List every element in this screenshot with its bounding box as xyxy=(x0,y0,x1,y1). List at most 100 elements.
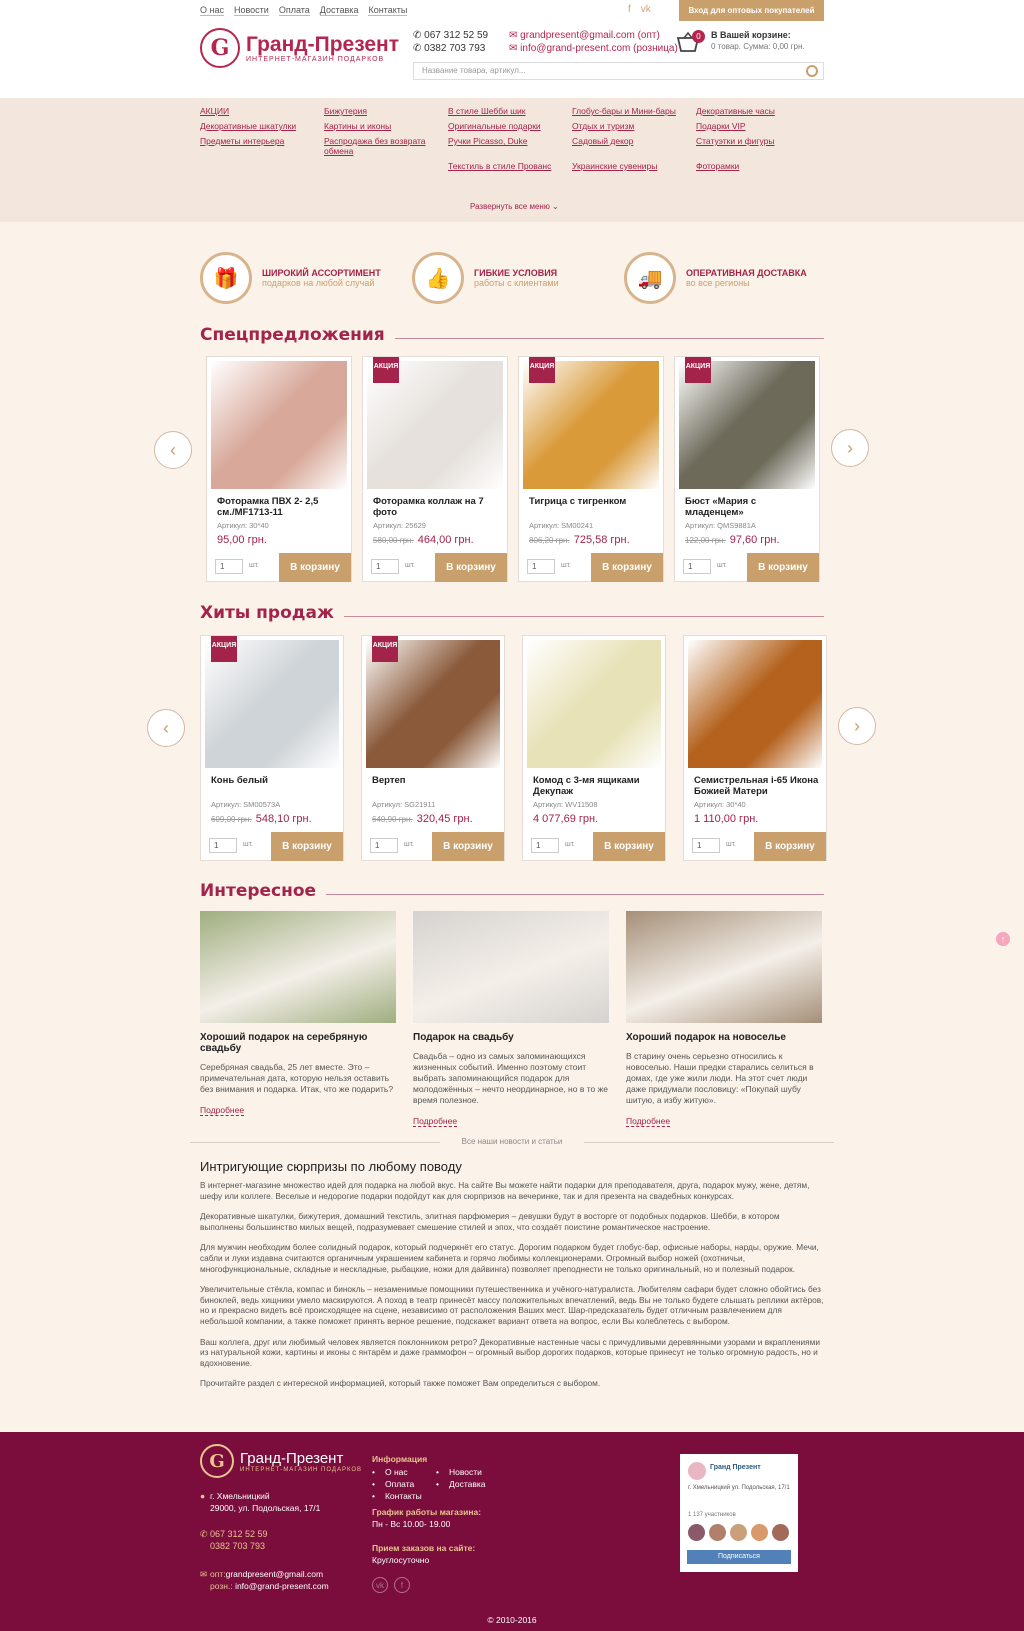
category-link[interactable]: Ручки Picasso, Duke xyxy=(448,136,572,156)
expand-menu-link[interactable]: Развернуть все меню ⌄ xyxy=(470,202,559,211)
product-card[interactable]: АКЦИЯ Конь белый Артикул: SM00573A 609,00 г… xyxy=(200,635,344,861)
category-link[interactable]: Украинские сувениры xyxy=(572,161,696,171)
add-to-cart-button[interactable]: В корзину xyxy=(593,832,665,861)
category-link[interactable]: Подарки VIP xyxy=(696,121,820,131)
footer-logo[interactable]: G Гранд-Презент ИНТЕРНЕТ-МАГАЗИН ПОДАРКО… xyxy=(200,1444,362,1478)
top-link-payment[interactable]: Оплата xyxy=(278,5,310,16)
scroll-up-button[interactable]: ↑ xyxy=(996,932,1010,946)
article-more-link[interactable]: Подробнее xyxy=(626,1116,671,1127)
category-link[interactable]: Предметы интерьера xyxy=(200,136,324,156)
product-card[interactable]: АКЦИЯ Бюст «Мария с младенцем» Артикул: QM… xyxy=(674,356,820,582)
product-card[interactable]: АКЦИЯ Тигрица с тигренком Артикул: SM00241… xyxy=(518,356,664,582)
all-news-link[interactable]: Все наши новости и статьи xyxy=(190,1137,834,1146)
email-1[interactable]: ✉ grandpresent@gmail.com (опт) xyxy=(509,29,678,42)
product-image[interactable] xyxy=(211,361,347,489)
footer-phone-1[interactable]: 067 312 52 59 xyxy=(210,1529,268,1539)
top-link-delivery[interactable]: Доставка xyxy=(319,5,359,16)
product-image[interactable] xyxy=(527,640,661,768)
add-to-cart-button[interactable]: В корзину xyxy=(754,832,826,861)
hits-next-arrow[interactable]: › xyxy=(838,707,876,745)
quantity-input[interactable]: 1 xyxy=(209,838,237,853)
category-link[interactable]: АКЦИИ xyxy=(200,106,324,116)
article-title[interactable]: Хороший подарок на новоселье xyxy=(626,1032,822,1043)
quantity-input[interactable]: 1 xyxy=(683,559,711,574)
product-name[interactable]: Семистрельная i-65 Икона Божией Матери xyxy=(694,775,824,797)
category-link[interactable]: Статуэтки и фигуры xyxy=(696,136,820,156)
footer-link-delivery[interactable]: Доставка xyxy=(436,1479,500,1489)
article-title[interactable]: Хороший подарок на серебряную свадьбу xyxy=(200,1032,396,1054)
category-link[interactable]: Декоративные часы xyxy=(696,106,820,116)
product-image[interactable] xyxy=(688,640,822,768)
category-link[interactable]: Распродажа без возврата обмена xyxy=(324,136,448,156)
cart-button[interactable]: 0 xyxy=(676,30,705,54)
vk-subscribe-button[interactable]: Подписаться xyxy=(687,1550,791,1564)
footer-email-retail[interactable]: info@grand-present.com xyxy=(235,1581,329,1591)
product-card[interactable]: АКЦИЯ Фоторамка коллаж на 7 фото Артикул: … xyxy=(362,356,508,582)
hits-prev-arrow[interactable]: ‹ xyxy=(147,709,185,747)
category-link[interactable]: Картины и иконы xyxy=(324,121,448,131)
footer-logo-title: Гранд-Презент xyxy=(240,1449,344,1467)
category-link[interactable]: Текстиль в стиле Прованс xyxy=(448,161,572,171)
category-link[interactable]: Оригинальные подарки xyxy=(448,121,572,131)
vk-icon[interactable]: vk xyxy=(641,4,651,15)
add-to-cart-button[interactable]: В корзину xyxy=(435,553,507,582)
logo[interactable]: G Гранд-Презент ИНТЕРНЕТ-МАГАЗИН ПОДАРКО… xyxy=(200,28,399,68)
add-to-cart-button[interactable]: В корзину xyxy=(279,553,351,582)
add-to-cart-button[interactable]: В корзину xyxy=(271,832,343,861)
product-name[interactable]: Бюст «Мария с младенцем» xyxy=(685,496,815,518)
category-link[interactable]: Отдых и туризм xyxy=(572,121,696,131)
article-image[interactable] xyxy=(200,911,396,1023)
quantity-input[interactable]: 1 xyxy=(370,838,398,853)
article-more-link[interactable]: Подробнее xyxy=(200,1105,245,1116)
quantity-input[interactable]: 1 xyxy=(527,559,555,574)
special-next-arrow[interactable]: › xyxy=(831,429,869,467)
email-2[interactable]: ✉ info@grand-present.com (розница) xyxy=(509,42,678,55)
article-title[interactable]: Подарок на свадьбу xyxy=(413,1032,609,1043)
product-card[interactable]: АКЦИЯ Вертеп Артикул: SG21911 640,90 грн. 32… xyxy=(361,635,505,861)
product-name[interactable]: Тигрица с тигренком xyxy=(529,496,659,507)
footer-email-opt[interactable]: grandpresent@gmail.com xyxy=(226,1569,323,1579)
category-link[interactable]: Садовый декор xyxy=(572,136,696,156)
facebook-icon[interactable]: f xyxy=(628,4,631,15)
add-to-cart-button[interactable]: В корзину xyxy=(432,832,504,861)
footer-phone-2[interactable]: 0382 703 793 xyxy=(210,1541,265,1551)
category-link[interactable]: Глобус-бары и Мини-бары xyxy=(572,106,696,116)
category-link[interactable]: Бижутерия xyxy=(324,106,448,116)
add-to-cart-button[interactable]: В корзину xyxy=(591,553,663,582)
product-card[interactable]: Семистрельная i-65 Икона Божией Матери Ар… xyxy=(683,635,827,861)
phone-2[interactable]: ✆ 0382 703 793 xyxy=(413,42,488,55)
product-name[interactable]: Вертеп xyxy=(372,775,502,786)
vk-group-name[interactable]: Гранд Презент xyxy=(710,1464,761,1471)
article-image[interactable] xyxy=(626,911,822,1023)
top-link-news[interactable]: Новости xyxy=(233,5,269,16)
category-link[interactable]: Фоторамки xyxy=(696,161,820,171)
quantity-input[interactable]: 1 xyxy=(531,838,559,853)
wholesale-login-button[interactable]: Вход для оптовых покупателей xyxy=(679,0,824,21)
special-prev-arrow[interactable]: ‹ xyxy=(154,431,192,469)
product-card[interactable]: Фоторамка ПВХ 2- 2,5 см./MF1713-11 Артику… xyxy=(206,356,352,582)
facebook-icon[interactable]: f xyxy=(394,1577,410,1593)
vk-icon[interactable]: vk xyxy=(372,1577,388,1593)
footer-link-about[interactable]: О нас xyxy=(372,1467,436,1477)
article-more-link[interactable]: Подробнее xyxy=(413,1116,458,1127)
product-name[interactable]: Фоторамка коллаж на 7 фото xyxy=(373,496,503,518)
search-input[interactable]: Название товара, артикул... xyxy=(413,62,824,80)
quantity-input[interactable]: 1 xyxy=(692,838,720,853)
product-name[interactable]: Комод с 3-мя ящиками Декупаж xyxy=(533,775,663,797)
search-icon[interactable] xyxy=(806,65,818,77)
footer-link-contacts[interactable]: Контакты xyxy=(372,1491,436,1501)
footer-link-payment[interactable]: Оплата xyxy=(372,1479,436,1489)
top-link-about[interactable]: О нас xyxy=(200,5,224,16)
product-name[interactable]: Фоторамка ПВХ 2- 2,5 см./MF1713-11 xyxy=(217,496,347,518)
product-card[interactable]: Комод с 3-мя ящиками Декупаж Артикул: WV1… xyxy=(522,635,666,861)
quantity-input[interactable]: 1 xyxy=(371,559,399,574)
article-image[interactable] xyxy=(413,911,609,1023)
category-link[interactable]: Декоративные шкатулки xyxy=(200,121,324,131)
add-to-cart-button[interactable]: В корзину xyxy=(747,553,819,582)
category-link[interactable]: В стиле Шебби шик xyxy=(448,106,572,116)
footer-link-news[interactable]: Новости xyxy=(436,1467,500,1477)
quantity-input[interactable]: 1 xyxy=(215,559,243,574)
phone-1[interactable]: ✆ 067 312 52 59 xyxy=(413,29,488,42)
product-name[interactable]: Конь белый xyxy=(211,775,341,786)
top-link-contacts[interactable]: Контакты xyxy=(368,5,408,16)
